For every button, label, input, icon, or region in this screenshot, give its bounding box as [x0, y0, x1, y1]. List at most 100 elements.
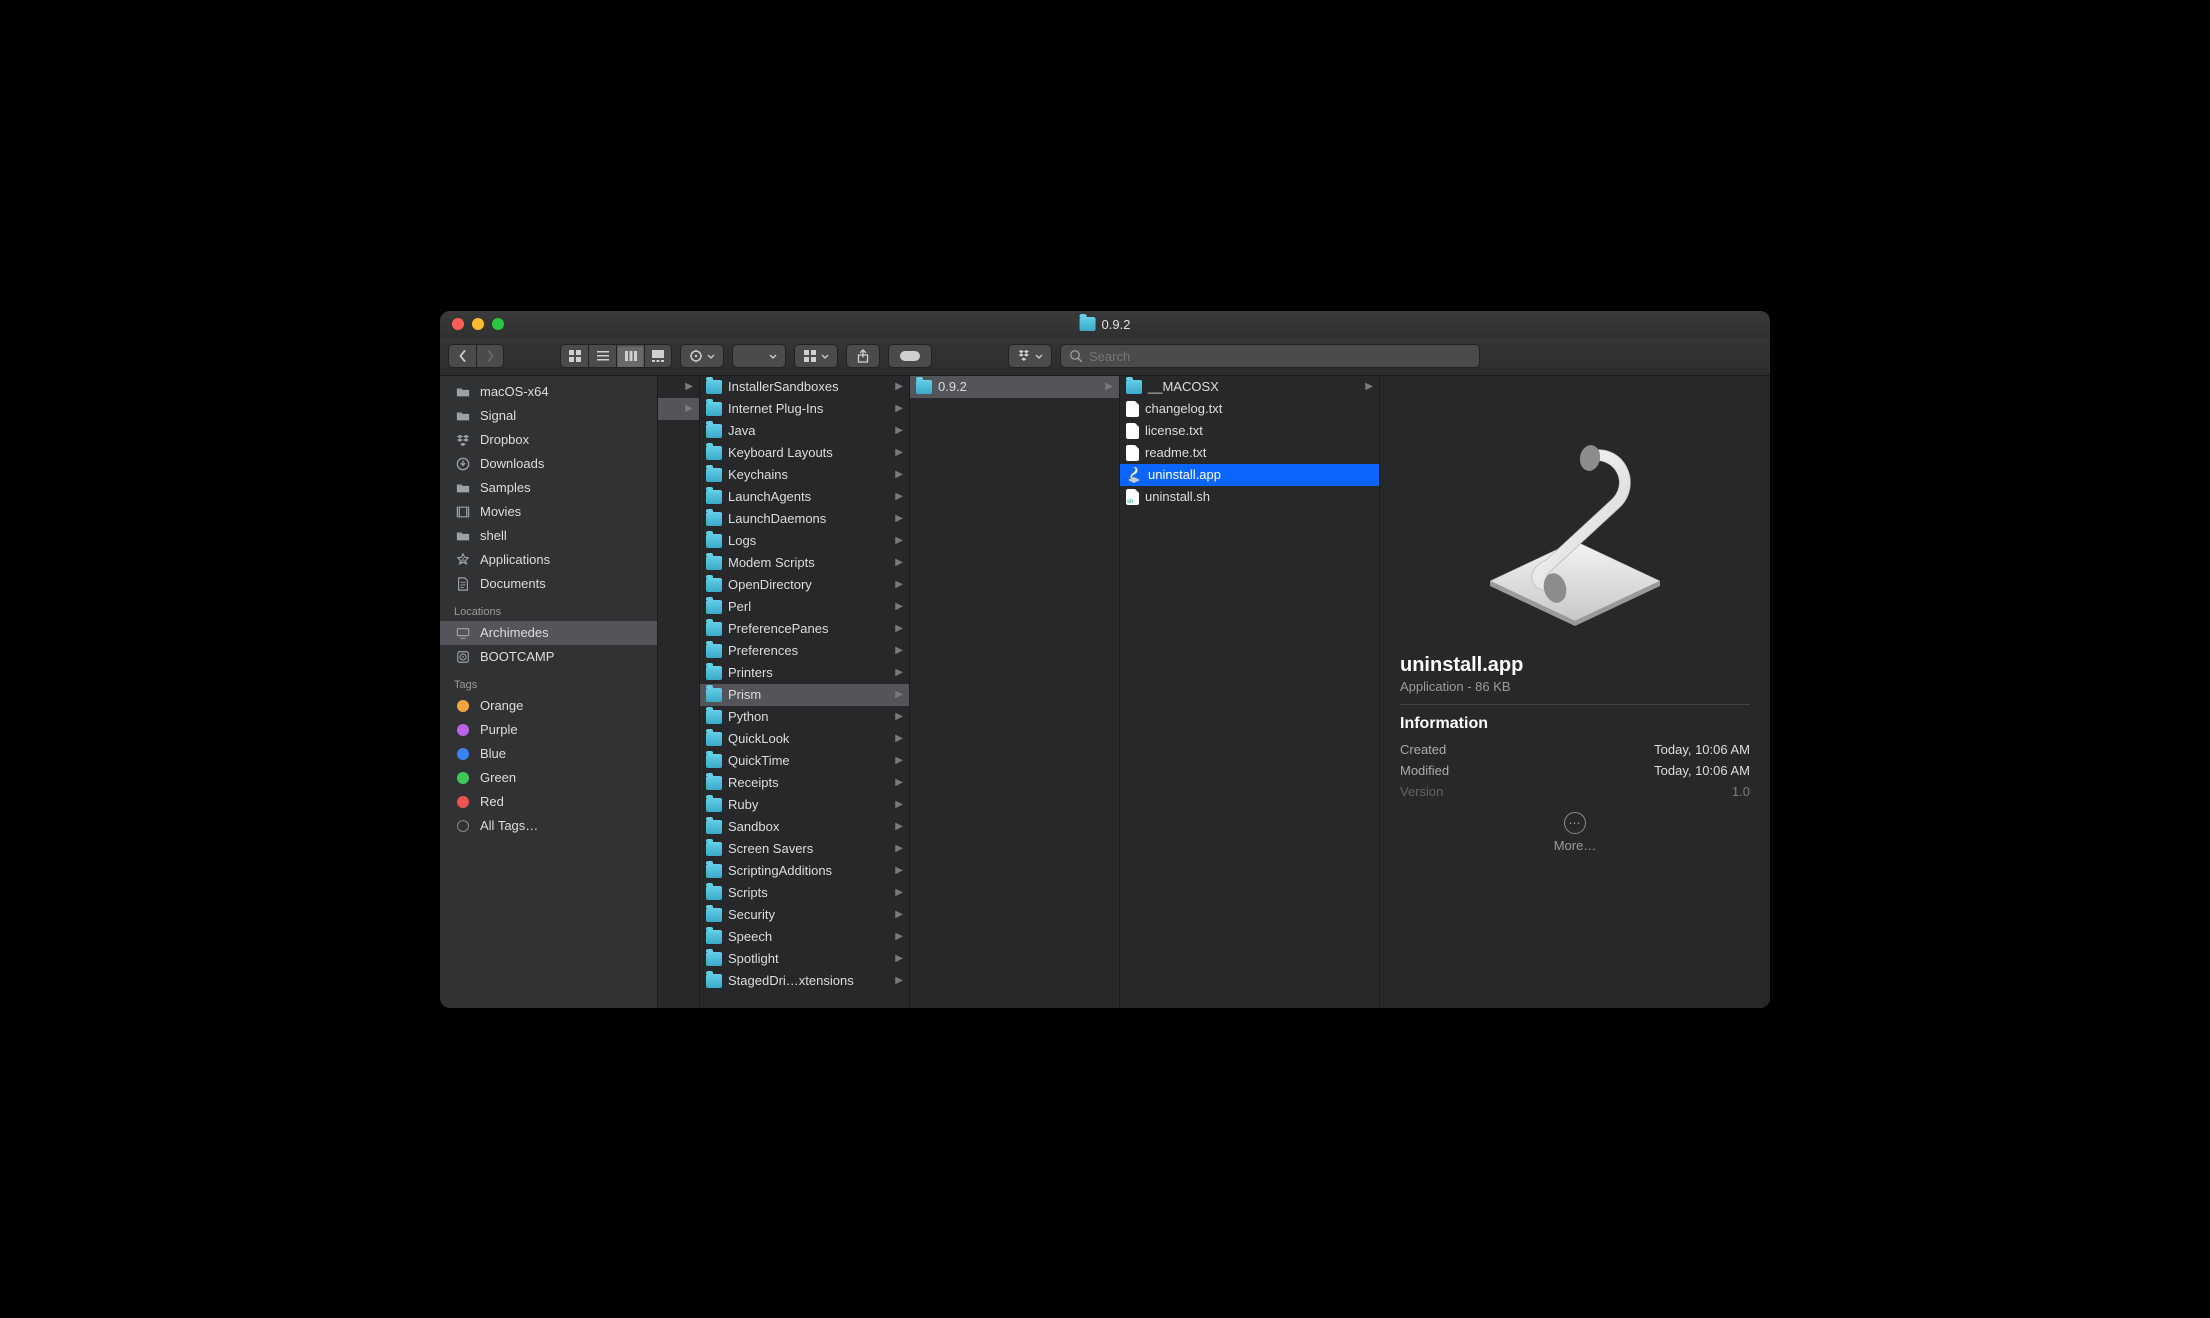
dropbox-menu-button[interactable]: [1008, 344, 1052, 368]
sidebar-item-label: Green: [480, 770, 516, 785]
list-view-button[interactable]: [588, 344, 616, 368]
list-item[interactable]: Printers▶: [700, 662, 909, 684]
list-item[interactable]: Ruby▶: [700, 794, 909, 816]
column-view-button[interactable]: [616, 344, 644, 368]
tags-button[interactable]: [888, 344, 932, 368]
preview-more[interactable]: ⋯ More…: [1400, 812, 1750, 853]
sidebar-item-dropbox[interactable]: Dropbox: [440, 428, 657, 452]
list-item[interactable]: Spotlight▶: [700, 948, 909, 970]
list-item[interactable]: StagedDri…xtensions▶: [700, 970, 909, 992]
list-item[interactable]: InstallerSandboxes▶: [700, 376, 909, 398]
maximize-button[interactable]: [492, 318, 504, 330]
chevron-right-icon: ▶: [1365, 381, 1373, 392]
sidebar-item-downloads[interactable]: Downloads: [440, 452, 657, 476]
list-item[interactable]: Sandbox▶: [700, 816, 909, 838]
list-item[interactable]: Java▶: [700, 420, 909, 442]
chevron-right-icon: ▶: [895, 535, 903, 546]
folder-icon: [706, 886, 722, 900]
list-item[interactable]: Python▶: [700, 706, 909, 728]
preview-subtitle: Application - 86 KB: [1400, 679, 1750, 694]
list-item[interactable]: shuninstall.sh: [1120, 486, 1379, 508]
list-item[interactable]: OpenDirectory▶: [700, 574, 909, 596]
chevron-right-icon: ▶: [895, 733, 903, 744]
list-item-label: Modem Scripts: [728, 555, 815, 570]
list-item[interactable]: Keyboard Layouts▶: [700, 442, 909, 464]
info-row: ModifiedToday, 10:06 AM: [1400, 760, 1750, 781]
folder-icon: [706, 666, 722, 680]
list-item[interactable]: Keychains▶: [700, 464, 909, 486]
sidebar-item-label: Documents: [480, 576, 546, 591]
search-field[interactable]: [1060, 344, 1480, 368]
file-icon: [1126, 445, 1139, 461]
column-3: __MACOSX▶ changelog.txt license.txtreadme.…: [1120, 376, 1380, 1008]
share-button[interactable]: [846, 344, 880, 368]
sidebar-tag-alltags[interactable]: All Tags…: [440, 814, 657, 838]
column0-row-selected[interactable]: ▶: [658, 398, 699, 420]
arrange-menu-button[interactable]: [794, 344, 838, 368]
close-button[interactable]: [452, 318, 464, 330]
group-menu-button[interactable]: [732, 344, 786, 368]
content-area: macOS-x64SignalDropboxDownloadsSamplesMo…: [440, 376, 1770, 1008]
list-item[interactable]: uninstall.app: [1120, 464, 1379, 486]
forward-button[interactable]: [476, 344, 504, 368]
folder-icon: [454, 527, 472, 545]
sidebar-item-movies[interactable]: Movies: [440, 500, 657, 524]
list-item[interactable]: PreferencePanes▶: [700, 618, 909, 640]
sidebar-tag-blue[interactable]: Blue: [440, 742, 657, 766]
folder-icon: [706, 556, 722, 570]
sidebar-item-shell[interactable]: shell: [440, 524, 657, 548]
list-item[interactable]: Receipts▶: [700, 772, 909, 794]
column0-row[interactable]: ▶: [658, 376, 699, 398]
sidebar-item-label: Signal: [480, 408, 516, 423]
list-item-label: ScriptingAdditions: [728, 863, 832, 878]
sidebar-item-documents[interactable]: Documents: [440, 572, 657, 596]
gallery-view-button[interactable]: [644, 344, 672, 368]
icon-view-button[interactable]: [560, 344, 588, 368]
action-menu-button[interactable]: [680, 344, 724, 368]
list-item-label: InstallerSandboxes: [728, 379, 839, 394]
list-item[interactable]: __MACOSX▶: [1120, 376, 1379, 398]
list-item[interactable]: readme.txt: [1120, 442, 1379, 464]
folder-icon: [706, 424, 722, 438]
chevron-right-icon: ▶: [895, 777, 903, 788]
list-item[interactable]: license.txt: [1120, 420, 1379, 442]
list-item[interactable]: changelog.txt: [1120, 398, 1379, 420]
list-item[interactable]: Speech▶: [700, 926, 909, 948]
sidebar-item-signal[interactable]: Signal: [440, 404, 657, 428]
chevron-right-icon: ▶: [895, 909, 903, 920]
list-item[interactable]: Internet Plug-Ins▶: [700, 398, 909, 420]
sidebar-item-samples[interactable]: Samples: [440, 476, 657, 500]
list-item[interactable]: Screen Savers▶: [700, 838, 909, 860]
list-item[interactable]: LaunchDaemons▶: [700, 508, 909, 530]
back-button[interactable]: [448, 344, 476, 368]
chevron-right-icon: ▶: [895, 579, 903, 590]
list-item-label: changelog.txt: [1145, 401, 1222, 416]
list-item-label: PreferencePanes: [728, 621, 828, 636]
list-item-label: LaunchAgents: [728, 489, 811, 504]
list-item[interactable]: Security▶: [700, 904, 909, 926]
list-item[interactable]: QuickLook▶: [700, 728, 909, 750]
list-item[interactable]: Modem Scripts▶: [700, 552, 909, 574]
list-item[interactable]: QuickTime▶: [700, 750, 909, 772]
sidebar-item-macos-x64[interactable]: macOS-x64: [440, 380, 657, 404]
nav-buttons: [448, 344, 504, 368]
list-item[interactable]: Preferences▶: [700, 640, 909, 662]
list-item[interactable]: ScriptingAdditions▶: [700, 860, 909, 882]
list-item[interactable]: LaunchAgents▶: [700, 486, 909, 508]
folder-icon: [454, 407, 472, 425]
list-item[interactable]: Logs▶: [700, 530, 909, 552]
list-item[interactable]: Scripts▶: [700, 882, 909, 904]
sidebar-location-bootcamp[interactable]: BOOTCAMP: [440, 645, 657, 669]
sidebar-tag-green[interactable]: Green: [440, 766, 657, 790]
list-item[interactable]: Perl▶: [700, 596, 909, 618]
list-item[interactable]: 0.9.2▶: [910, 376, 1119, 398]
folder-icon: [706, 820, 722, 834]
search-input[interactable]: [1089, 349, 1471, 364]
sidebar-tag-red[interactable]: Red: [440, 790, 657, 814]
sidebar-item-applications[interactable]: AApplications: [440, 548, 657, 572]
sidebar-location-archimedes[interactable]: Archimedes: [440, 621, 657, 645]
list-item[interactable]: Prism▶: [700, 684, 909, 706]
minimize-button[interactable]: [472, 318, 484, 330]
sidebar-tag-orange[interactable]: Orange: [440, 694, 657, 718]
sidebar-tag-purple[interactable]: Purple: [440, 718, 657, 742]
